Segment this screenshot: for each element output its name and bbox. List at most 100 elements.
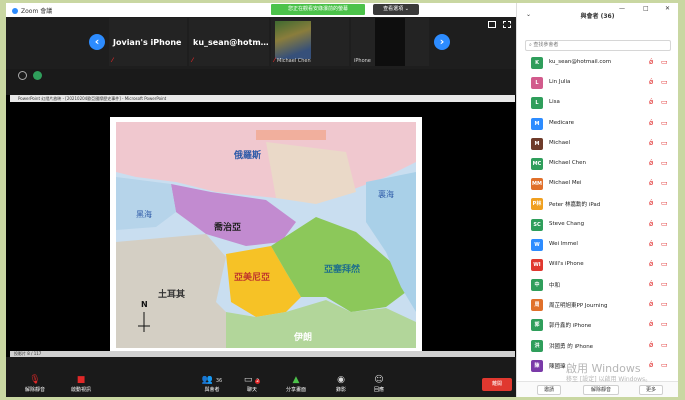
avatar: WI [531, 258, 543, 271]
participant-row[interactable]: MM Michael Mei ǿ ▭ [517, 174, 678, 194]
participant-row[interactable]: 郭郭丹鑫的 iPhone ǿ ▭ [517, 315, 678, 335]
muted-mic-icon: ǿ [649, 300, 654, 309]
view-options-button[interactable]: 查看選項 ⌄ [373, 4, 419, 15]
fullscreen-icon[interactable] [503, 21, 511, 28]
muted-mic-icon: ǿ [649, 259, 654, 268]
unmute-button[interactable]: 🎙 解除靜音 [18, 375, 52, 393]
tile-footer: ⁄ [112, 57, 113, 64]
label-caspian-sea: 裏海 [378, 189, 394, 199]
reactions-icon: ☺ [374, 375, 384, 385]
muted-mic-icon: 🎙 [29, 375, 41, 385]
participant-name: Medicare [549, 119, 575, 126]
participants-label: 與會者 [204, 387, 220, 393]
minimize-icon[interactable]: — [619, 5, 625, 12]
video-off-icon: ▭ [661, 98, 668, 107]
muted-mic-icon: ǿ [649, 138, 654, 147]
shared-screen: PowerPoint 幻燈片放映 - [20210204歐亞國際歷史事件] - … [6, 95, 516, 357]
tile-footer: iPhone [354, 58, 371, 64]
participant-row[interactable]: L Lisa ǿ ▭ [517, 93, 678, 113]
tile-name: Jovian's iPhone [113, 38, 182, 47]
muted-mic-icon: ǿ [649, 58, 654, 66]
tile-footer: ⁄ [192, 57, 193, 64]
label-georgia: 喬治亞 [213, 221, 241, 233]
participant-row[interactable]: 中中和 ǿ ▭ [517, 275, 678, 295]
muted-mic-icon: ǿ [649, 239, 654, 248]
chat-button[interactable]: ▭ 2 聊天 [235, 375, 269, 393]
participants-panel: ⌄ 與會者 (36) — □ ✕ ⌕ 查找參會者 Kku_sean@hotmai… [516, 3, 678, 397]
avatar: L [531, 77, 543, 90]
leave-meeting-button[interactable]: 離開 [482, 378, 512, 391]
muted-mic-icon: ǿ [649, 179, 654, 188]
video-off-icon: ▭ [661, 118, 668, 127]
more-button[interactable]: 更多 [639, 385, 663, 395]
chat-label: 聊天 [246, 387, 257, 393]
video-tile[interactable]: ku_sean@hotm… ⁄ [189, 18, 269, 66]
participant-name: 郭丹鑫的 iPhone [549, 323, 592, 330]
maximize-icon[interactable]: □ [643, 5, 649, 12]
avatar: L [531, 97, 543, 110]
search-placeholder: 查找參會者 [533, 42, 559, 48]
participant-row[interactable]: SC Steve Chang ǿ ▭ [517, 215, 678, 235]
participant-row[interactable]: 洪洪國勇 的 iPhone ǿ ▭ [517, 336, 678, 356]
label-russia: 俄羅斯 [233, 149, 261, 161]
video-tile[interactable]: Jovian's iPhone ⁄ [109, 18, 187, 66]
participant-row[interactable]: MC Michael Chen ǿ ▭ [517, 154, 678, 174]
avatar: MM [531, 178, 543, 191]
muted-mic-icon: ǿ [649, 360, 654, 369]
muted-mic-icon: ǿ [649, 158, 654, 167]
panel-footer: 邀請 解除靜音 更多 [517, 381, 678, 397]
participant-row[interactable]: WI Will's iPhone ǿ ▭ [517, 255, 678, 275]
share-screen-button[interactable]: ▲ 分享畫面 [279, 375, 313, 393]
video-tile[interactable]: iPhone [351, 18, 429, 66]
unmute-label: 解除靜音 [24, 387, 45, 393]
participant-name: Lisa [549, 99, 560, 106]
label-armenia: 亞美尼亞 [234, 271, 270, 283]
participant-name: 洪國勇 的 iPhone [549, 343, 594, 350]
participant-row[interactable]: P林 Peter 林嘉勳的 iPad ǿ ▭ [517, 194, 678, 214]
muted-mic-icon: ǿ [649, 280, 654, 289]
avatar: MC [531, 157, 543, 170]
layout-icon[interactable] [488, 21, 496, 28]
share-label: 分享畫面 [285, 387, 306, 393]
muted-mic-icon: ⁄ [192, 57, 194, 64]
avatar: 中 [531, 279, 543, 292]
prev-page-icon[interactable]: ‹ [89, 34, 105, 50]
muted-mic-icon: ⁄ [274, 57, 276, 64]
avatar: 陳 [531, 359, 543, 372]
participant-row[interactable]: M Medicare ǿ ▭ [517, 114, 678, 134]
record-icon: ◉ [337, 375, 345, 385]
video-off-icon: ▭ [661, 360, 668, 369]
video-tile[interactable]: ⁄ Michael Chen [271, 18, 349, 66]
info-icon[interactable] [18, 71, 27, 80]
chat-icon: ▭ 2 [243, 375, 261, 385]
next-page-icon[interactable]: › [434, 34, 450, 50]
share-screen-icon: ▲ [292, 375, 300, 385]
participant-row[interactable]: W Wei lmmel ǿ ▭ [517, 235, 678, 255]
mute-all-button[interactable]: 解除靜音 [583, 385, 619, 395]
video-off-icon: ▭ [661, 138, 668, 147]
close-icon[interactable]: ✕ [665, 5, 670, 12]
powerpoint-title-bar: PowerPoint 幻燈片放映 - [20210204歐亞國際歷史事件] - … [10, 95, 515, 102]
participant-video-image [375, 18, 405, 66]
participants-count: 36 [215, 378, 223, 384]
muted-mic-icon: ǿ [649, 118, 654, 127]
participant-search-input[interactable]: ⌕ 查找參會者 [525, 40, 671, 51]
app-title: Zoom 會議 [12, 6, 52, 15]
label-turkey: 土耳其 [158, 288, 185, 300]
invite-button[interactable]: 邀請 [537, 385, 561, 395]
panel-title: 與會者 (36) [580, 13, 615, 20]
zoom-logo-icon [12, 7, 18, 14]
security-shield-icon[interactable] [33, 71, 42, 80]
participant-row[interactable]: M Michael ǿ ▭ [517, 134, 678, 154]
participant-row[interactable]: 周周芷明旭東PP Journing ǿ ▭ [517, 295, 678, 315]
participants-button[interactable]: 👥 36 與會者 [195, 375, 229, 393]
participant-row[interactable]: L Lin Julia ǿ ▭ [517, 73, 678, 93]
record-button[interactable]: ◉ 錄影 [324, 375, 358, 393]
reactions-button[interactable]: ☺ 回應 [362, 375, 396, 393]
title-bar: Zoom 會議 您正在觀看安綠瀑前的螢幕 查看選項 ⌄ [6, 3, 516, 17]
start-video-button[interactable]: ■ 啟動視訊 [64, 375, 98, 393]
video-off-icon: ▭ [661, 239, 668, 248]
participant-row[interactable]: Kku_sean@hotmail.com ǿ ▭ [517, 53, 678, 73]
video-off-icon: ▭ [661, 78, 668, 87]
meeting-toolbar: 🎙 解除靜音 ■ 啟動視訊 👥 36 與會者 ▭ 2 聊天 ▲ 分享畫面 ◉ 錄影 ☺ 回應 … [6, 371, 516, 397]
